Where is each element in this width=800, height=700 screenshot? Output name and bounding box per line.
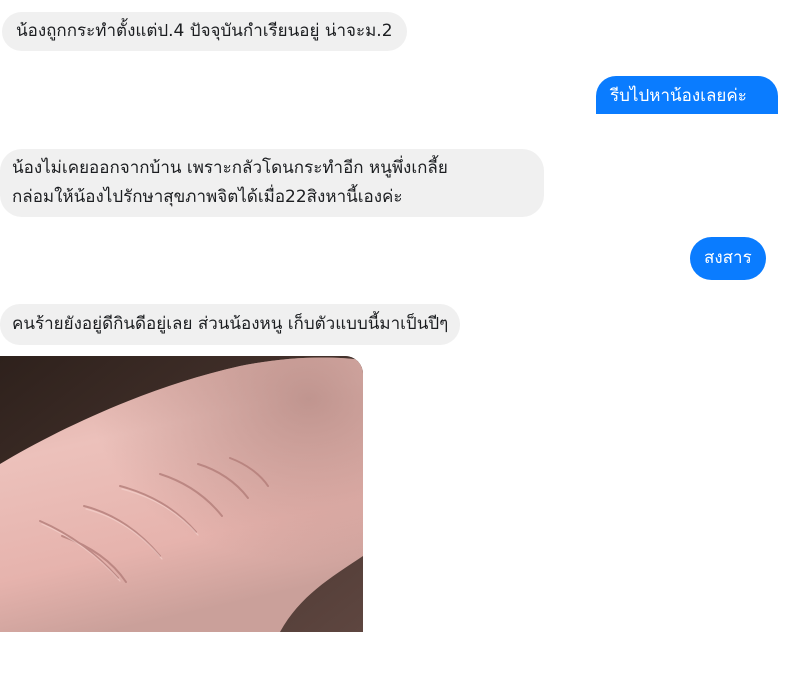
- message-bubble-incoming[interactable]: น้องถูกกระทำตั้งแต่ป.4 ปัจจุบันกำเรียนอย…: [2, 12, 407, 51]
- message-text-line: น้องไม่เคยออกจากบ้าน เพราะกลัวโดนกระทำอี…: [12, 158, 448, 178]
- message-bubble-outgoing[interactable]: สงสาร: [690, 237, 766, 280]
- chat-thread: น้องถูกกระทำตั้งแต่ป.4 ปัจจุบันกำเรียนอย…: [0, 0, 800, 700]
- message-text: คนร้ายยังอยู่ดีกินดีอยู่เลย ส่วนน้องหนู …: [12, 314, 449, 334]
- message-text: น้องถูกกระทำตั้งแต่ป.4 ปัจจุบันกำเรียนอย…: [16, 21, 393, 41]
- photo-image: [0, 356, 363, 632]
- message-bubble-incoming[interactable]: คนร้ายยังอยู่ดีกินดีอยู่เลย ส่วนน้องหนู …: [0, 304, 461, 345]
- message-text: สงสาร: [704, 248, 752, 268]
- message-text-line: กล่อมให้น้องไปรักษาสุขภาพจิตได้เมื่อ22สิ…: [12, 187, 403, 207]
- message-bubble-outgoing[interactable]: รีบไปหาน้องเลยค่ะ: [596, 76, 778, 114]
- message-text: รีบไปหาน้องเลยค่ะ: [610, 86, 747, 106]
- photo-attachment[interactable]: [0, 356, 363, 632]
- message-bubble-incoming[interactable]: น้องไม่เคยออกจากบ้าน เพราะกลัวโดนกระทำอี…: [0, 149, 544, 217]
